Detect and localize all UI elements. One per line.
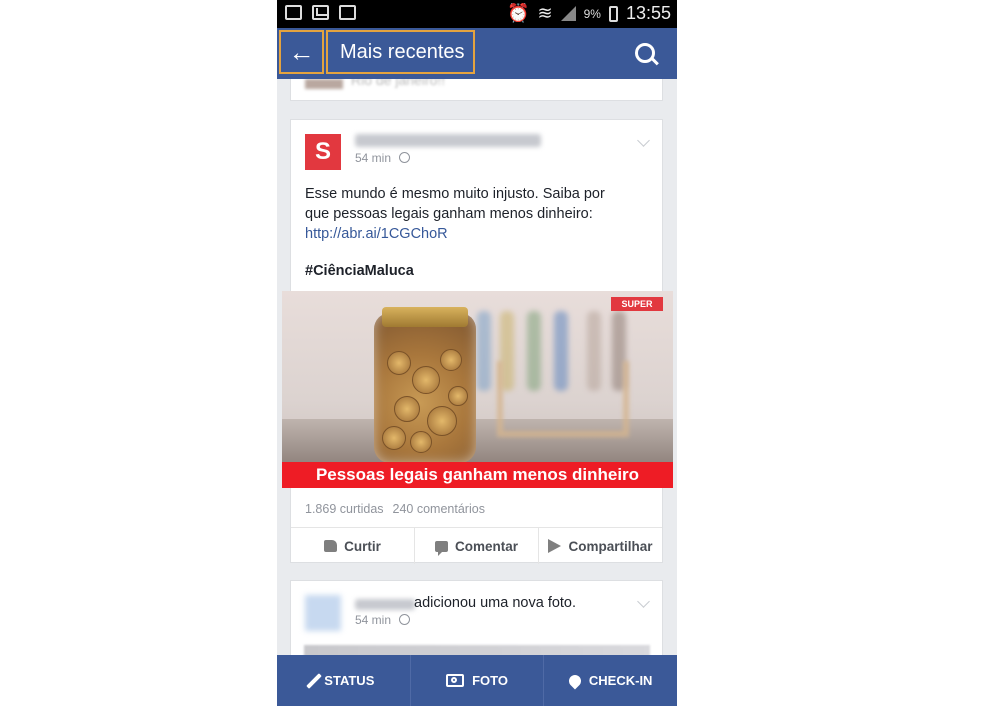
- coin: [448, 386, 468, 406]
- back-button[interactable]: ←: [279, 30, 324, 74]
- post-image[interactable]: SUPER Pessoas legais ganham menos dinhei…: [282, 291, 673, 488]
- comment-label: Comentar: [454, 538, 518, 554]
- post-meta: 54 min: [355, 613, 411, 627]
- battery-icon: [608, 5, 618, 22]
- bottom-bar: STATUS FOTO CHECK-IN: [277, 655, 677, 706]
- post-hashtag[interactable]: #CiênciaMaluca: [305, 263, 414, 279]
- location-pin-icon: [566, 672, 584, 689]
- author-name-blurred[interactable]: [355, 134, 541, 147]
- previous-post-text: Rio de janeiro!!: [351, 79, 446, 88]
- alarm-icon: ⏰: [507, 3, 530, 23]
- camera-icon: [446, 674, 465, 687]
- like-label: Curtir: [344, 538, 381, 554]
- status-bar: ⏰ ≋ 9% 13:55: [277, 0, 677, 28]
- image-banner: Pessoas legais ganham menos dinheiro: [282, 462, 673, 488]
- phone-screen: ⏰ ≋ 9% 13:55 ← Mais recentes Rio de jane…: [277, 0, 677, 706]
- photo-label: FOTO: [472, 673, 508, 688]
- post-card: S 54 min Esse mundo é mesmo muito injust…: [282, 119, 673, 564]
- checkin-button[interactable]: CHECK-IN: [543, 655, 677, 706]
- wifi-icon: ≋: [537, 3, 553, 23]
- share-icon: [548, 539, 562, 553]
- globe-icon: [399, 614, 411, 625]
- jar-lid: [382, 307, 468, 327]
- rack-shape: [497, 361, 629, 437]
- post-text: Esse mundo é mesmo muito injusto. Saiba …: [305, 184, 645, 244]
- coin: [382, 426, 406, 450]
- previous-post-card[interactable]: Rio de janeiro!!: [290, 79, 663, 101]
- clock: 13:55: [625, 3, 671, 23]
- mail-notification-icon: [312, 5, 329, 20]
- avatar: [305, 79, 343, 89]
- bottle-shape: [477, 311, 491, 391]
- comment-icon: [434, 540, 448, 556]
- app-bar: ← Mais recentes: [277, 28, 677, 79]
- avatar[interactable]: [305, 595, 341, 631]
- app-notification-icon: [339, 5, 356, 20]
- post-text-line: Esse mundo é mesmo muito injusto. Saiba …: [305, 186, 605, 202]
- post-time[interactable]: 54 min: [355, 151, 391, 165]
- post-meta: 54 min: [355, 151, 411, 165]
- author-name-blurred[interactable]: [355, 599, 415, 610]
- post-time[interactable]: 54 min: [355, 613, 391, 627]
- pencil-icon: [306, 672, 323, 689]
- coin: [394, 396, 420, 422]
- status-button[interactable]: STATUS: [277, 655, 410, 706]
- share-button[interactable]: Compartilhar: [538, 528, 662, 564]
- arrow-left-icon: ←: [288, 36, 315, 67]
- status-label: STATUS: [324, 673, 375, 688]
- search-icon[interactable]: [635, 43, 655, 63]
- image-notification-icon: [285, 5, 302, 20]
- globe-icon: [399, 152, 411, 163]
- coin: [440, 349, 462, 371]
- comment-button[interactable]: Comentar: [414, 528, 538, 564]
- coin: [410, 431, 432, 453]
- post-stats: 1.869 curtidas 240 comentários: [305, 502, 485, 516]
- page-avatar[interactable]: S: [305, 134, 341, 170]
- post-link[interactable]: http://abr.ai/1CGChoR: [305, 224, 645, 244]
- next-post-text: adicionou uma nova foto.: [414, 595, 577, 611]
- photo-button[interactable]: FOTO: [409, 655, 544, 706]
- coin: [412, 366, 440, 394]
- coin: [387, 351, 411, 375]
- checkin-label: CHECK-IN: [588, 673, 653, 688]
- coin: [427, 406, 457, 436]
- signal-icon: [560, 6, 576, 21]
- chevron-down-icon[interactable]: [637, 595, 650, 608]
- page-title: Mais recentes: [326, 30, 475, 74]
- comments-count[interactable]: 240 comentários: [393, 502, 485, 516]
- post-actions: Curtir Comentar Compartilhar: [291, 527, 662, 564]
- battery-percent: 9%: [583, 6, 601, 21]
- brand-tag: SUPER: [611, 297, 663, 311]
- share-label: Compartilhar: [568, 538, 653, 554]
- thumbs-up-icon: [324, 540, 338, 552]
- like-button[interactable]: Curtir: [291, 528, 414, 564]
- likes-count[interactable]: 1.869 curtidas: [305, 502, 384, 516]
- post-text-line: que pessoas legais ganham menos dinheiro…: [305, 206, 593, 222]
- chevron-down-icon[interactable]: [637, 134, 650, 147]
